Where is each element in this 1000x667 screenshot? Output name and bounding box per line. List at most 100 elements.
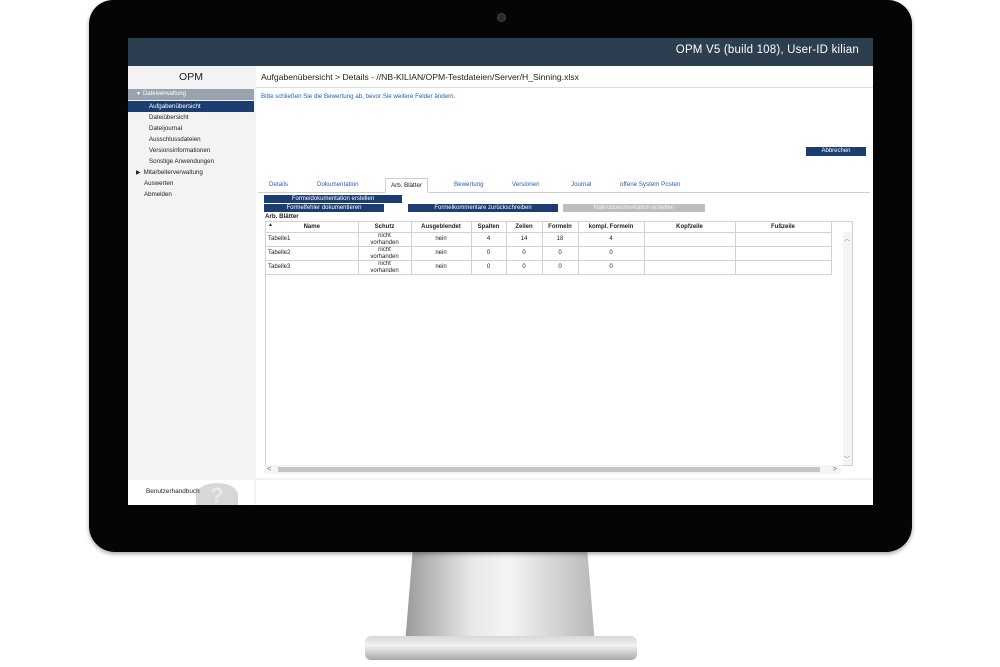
cell-ausgeblendet: nein <box>411 246 472 261</box>
scrollbar-thumb[interactable] <box>278 467 820 472</box>
sidebar-group-dateiverwaltung[interactable]: ▼ Dateiverwaltung <box>128 89 254 100</box>
tab-arb-blaetter[interactable]: Arb. Blätter <box>385 178 428 193</box>
table-row[interactable]: Tabelle1 nicht vorhanden nein 4 14 18 4 <box>266 232 832 247</box>
column-header-ausgeblendet[interactable]: Ausgeblendet <box>411 222 472 233</box>
vertical-scrollbar[interactable]: ︿ ﹀ <box>843 232 852 465</box>
monitor-stand-neck <box>405 552 595 644</box>
column-header-name[interactable]: ▲ Name <box>266 222 359 233</box>
cell-spalten: 0 <box>471 260 507 275</box>
column-header-kompl-formeln[interactable]: kompl. Formeln <box>578 222 645 233</box>
cell-formeln: 0 <box>542 260 579 275</box>
user-manual-link[interactable]: Benutzerhandbuch <box>146 488 200 495</box>
cell-schutz-line2: vorhanden <box>370 239 399 246</box>
cell-formeln: 0 <box>542 246 579 261</box>
section-title: Arb. Blätter <box>265 213 299 220</box>
cell-name: Tabelle3 <box>266 260 359 275</box>
cancel-button[interactable]: Abbrechen <box>806 147 866 156</box>
tab-bewertung[interactable]: Bewertung <box>454 178 484 192</box>
tab-bar: Details Dokumentation Arb. Blätter Bewer… <box>258 178 870 193</box>
sidebar-item-label: Mitarbeiterverwaltung <box>143 169 203 176</box>
sidebar-item-auswerten[interactable]: Auswerten <box>128 178 254 189</box>
cell-name: Tabelle1 <box>266 232 359 247</box>
cell-zeilen: 14 <box>506 232 543 247</box>
cell-fusszeile <box>735 232 832 247</box>
sidebar-item-versionsinformationen[interactable]: Versionsinformationen <box>128 145 254 156</box>
cell-schutz-line2: vorhanden <box>370 253 399 260</box>
table-row[interactable]: Tabelle2 nicht vorhanden nein 0 0 0 0 <box>266 246 832 261</box>
question-mark-icon: ? <box>196 483 238 505</box>
app-title: OPM V5 (build 108), User-ID kilian <box>675 44 859 56</box>
cell-kopfzeile <box>644 260 736 275</box>
sidebar-item-mitarbeiterverwaltung[interactable]: ▶ Mitarbeiterverwaltung <box>128 167 254 178</box>
cell-fusszeile <box>735 260 832 275</box>
cell-kompl-formeln: 0 <box>578 260 645 275</box>
column-header-fusszeile[interactable]: Fußzeile <box>735 222 832 233</box>
info-message: Bitte schließen Sie die Bewertung ab, be… <box>261 93 456 100</box>
sidebar-footer: ? Benutzerhandbuch <box>128 480 254 505</box>
formeldokumentation-button[interactable]: Formeldokumentation erstellen <box>264 195 402 203</box>
sidebar-group-label: Dateiverwaltung <box>142 91 186 97</box>
cell-schutz-line1: nicht <box>378 233 391 239</box>
triangle-down-icon: ▼ <box>136 91 141 97</box>
sidebar-item-abmelden[interactable]: Abmelden <box>128 189 254 200</box>
cell-ausgeblendet: nein <box>411 232 472 247</box>
chevron-right-icon[interactable]: > <box>833 465 837 474</box>
cell-kompl-formeln: 4 <box>578 232 645 247</box>
column-header-formeln[interactable]: Formeln <box>542 222 579 233</box>
cell-schutz-line1: nicht <box>378 247 391 253</box>
sheets-table: ▲ Name Schutz Ausgeblendet Spalten Zeilen… <box>265 221 853 466</box>
sidebar-item-dateijournal[interactable]: Dateijournal <box>128 123 254 134</box>
tab-details[interactable]: Details <box>269 178 288 192</box>
webcam <box>497 13 506 22</box>
table-row[interactable]: Tabelle3 nicht vorhanden nein 0 0 0 0 <box>266 260 832 275</box>
cell-spalten: 4 <box>471 232 507 247</box>
cell-zeilen: 0 <box>506 260 543 275</box>
cell-spalten: 0 <box>471 246 507 261</box>
cell-name: Tabelle2 <box>266 246 359 261</box>
logo: OPM <box>179 71 203 83</box>
horizontal-scrollbar[interactable]: < > <box>265 465 841 474</box>
column-header-kopfzeile[interactable]: Kopfzeile <box>644 222 736 233</box>
app-header: OPM V5 (build 108), User-ID kilian <box>128 38 873 66</box>
cell-fusszeile <box>735 246 832 261</box>
column-header-label: Name <box>303 224 320 230</box>
divider <box>256 87 873 88</box>
table-header-row: ▲ Name Schutz Ausgeblendet Spalten Zeilen… <box>266 222 832 233</box>
tab-dokumentation[interactable]: Dokumentation <box>317 178 359 192</box>
cell-formeln: 18 <box>542 232 579 247</box>
main-footer <box>256 480 873 505</box>
breadcrumb: Aufgabenübersicht > Details - //NB-KILIA… <box>261 72 579 82</box>
sidebar: OPM ▼ Dateiverwaltung Aufgabenübersicht D… <box>128 66 254 478</box>
makrodokumentation-button[interactable]: Makrodokumentation erstellen <box>563 204 705 212</box>
cell-schutz: nicht vorhanden <box>358 232 412 247</box>
cell-schutz: nicht vorhanden <box>358 246 412 261</box>
tab-offene-system-posten[interactable]: offene System Posten <box>620 178 680 192</box>
column-header-zeilen[interactable]: Zeilen <box>506 222 543 233</box>
screen: OPM V5 (build 108), User-ID kilian OPM ▼… <box>128 38 873 505</box>
formelfehler-button[interactable]: Formelfehler dokumentieren <box>264 204 384 212</box>
column-header-schutz[interactable]: Schutz <box>358 222 412 233</box>
formelkommentare-button[interactable]: Formelkommentare zurückschreiben <box>408 204 558 212</box>
sort-ascending-icon: ▲ <box>268 222 273 228</box>
tab-journal[interactable]: Journal <box>571 178 591 192</box>
tab-versionen[interactable]: Versionen <box>512 178 540 192</box>
chevron-left-icon[interactable]: < <box>267 465 271 474</box>
sidebar-item-aufgabenuebersicht[interactable]: Aufgabenübersicht <box>128 101 254 112</box>
column-header-spalten[interactable]: Spalten <box>471 222 507 233</box>
cell-zeilen: 0 <box>506 246 543 261</box>
cell-schutz-line1: nicht <box>378 261 391 267</box>
cell-kopfzeile <box>644 232 736 247</box>
monitor-stand-base <box>365 636 637 660</box>
cell-schutz: nicht vorhanden <box>358 260 412 275</box>
sidebar-item-dateiuebersicht[interactable]: Dateiübersicht <box>128 112 254 123</box>
main-content: Aufgabenübersicht > Details - //NB-KILIA… <box>256 66 873 478</box>
chevron-up-icon[interactable]: ︿ <box>844 234 850 243</box>
cell-kopfzeile <box>644 246 736 261</box>
cell-ausgeblendet: nein <box>411 260 472 275</box>
sidebar-item-ausschlussdateien[interactable]: Ausschlussdateien <box>128 134 254 145</box>
sidebar-item-sonstige-anwendungen[interactable]: Sonstige Anwendungen <box>128 156 254 167</box>
cell-schutz-line2: vorhanden <box>370 267 399 274</box>
triangle-right-icon: ▶ <box>136 170 141 176</box>
chevron-down-icon[interactable]: ﹀ <box>844 454 850 463</box>
sheets-grid: ▲ Name Schutz Ausgeblendet Spalten Zeilen… <box>266 222 832 275</box>
